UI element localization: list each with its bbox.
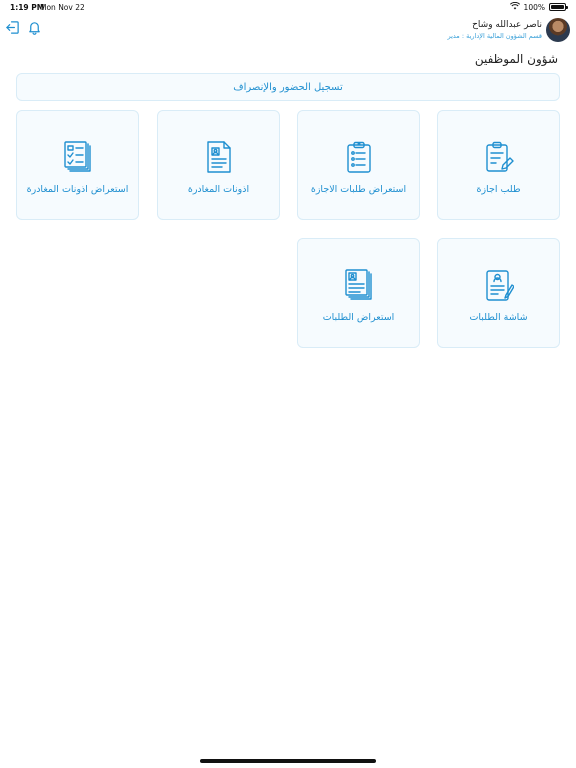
documents-stack-icon	[344, 268, 374, 302]
card-label: استعراض طلبات الاجازة	[310, 184, 407, 195]
wifi-icon	[509, 1, 520, 12]
card-label: اذونات المغادرة	[187, 184, 250, 195]
attendance-button[interactable]: تسجيل الحضور والإنصراف	[16, 73, 560, 101]
request-form-icon	[484, 268, 514, 302]
status-date: Mon Nov 22	[40, 3, 85, 12]
card-label: استعراض الطلبات	[322, 312, 395, 323]
card-departure-permissions[interactable]: اذونات المغادرة	[157, 110, 280, 220]
battery-icon	[549, 3, 568, 11]
document-profile-icon	[204, 140, 234, 174]
card-label: استعراض اذونات المغادرة	[26, 184, 129, 195]
logout-button[interactable]	[4, 20, 20, 39]
card-view-leave-requests[interactable]: استعراض طلبات الاجازة	[297, 110, 420, 220]
bell-icon	[27, 20, 42, 39]
attendance-button-label: تسجيل الحضور والإنصراف	[233, 81, 343, 93]
home-indicator[interactable]	[200, 759, 376, 763]
page-title: شؤون الموظفين	[474, 52, 558, 66]
clipboard-edit-icon	[484, 140, 514, 174]
logout-icon	[5, 20, 20, 39]
card-label: شاشة الطلبات	[469, 312, 528, 323]
user-subtitle: قسم الشؤون المالية الإدارية : مدير	[447, 32, 543, 40]
status-bar: 1:19 PM Mon Nov 22 100%	[0, 0, 576, 16]
notifications-button[interactable]	[26, 21, 42, 37]
card-view-requests[interactable]: استعراض الطلبات	[297, 238, 420, 348]
checklist-stack-icon	[63, 140, 93, 174]
card-requests-screen[interactable]: شاشة الطلبات	[437, 238, 560, 348]
battery-percent: 100%	[523, 2, 545, 12]
card-label: طلب اجازة	[476, 184, 521, 195]
card-leave-request[interactable]: طلب اجازة	[437, 110, 560, 220]
status-right: 100%	[509, 1, 568, 12]
avatar[interactable]	[546, 18, 570, 42]
clipboard-list-icon	[344, 140, 374, 174]
user-name: ناصر عبدالله وشاح	[472, 20, 542, 30]
header: ناصر عبدالله وشاح قسم الشؤون المالية الإ…	[0, 16, 576, 46]
card-view-departure-permissions[interactable]: استعراض اذونات المغادرة	[16, 110, 139, 220]
